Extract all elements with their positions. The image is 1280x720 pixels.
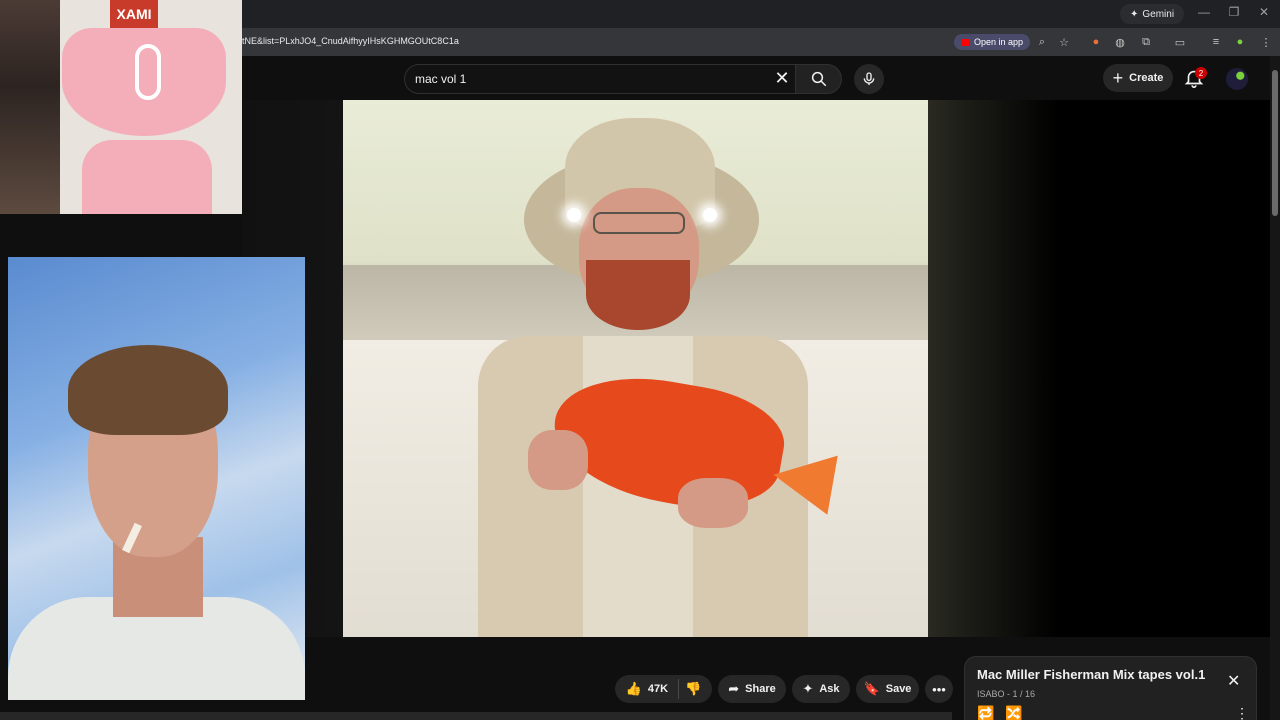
search-button[interactable] bbox=[796, 64, 842, 94]
video-person-beard bbox=[586, 260, 690, 330]
playlist-title[interactable]: Mac Miller Fisherman Mix tapes vol.1 bbox=[977, 667, 1205, 682]
browser-menu-icon[interactable]: ⋮ bbox=[1258, 34, 1274, 50]
minimize-icon[interactable]: — bbox=[1196, 5, 1212, 19]
playlist-subtitle: ISABO - 1 / 16 bbox=[977, 689, 1036, 699]
screen: ✦ Gemini — ❐ ✕ tNE&list=PLxhJO4_CnudAifh… bbox=[0, 0, 1280, 720]
save-button[interactable]: 🔖 Save bbox=[856, 675, 919, 703]
open-in-app-button[interactable]: Open in app bbox=[954, 34, 1031, 50]
webcam-clothes-rack bbox=[0, 0, 60, 214]
gemini-label: Gemini bbox=[1142, 8, 1175, 20]
cast-icon[interactable]: ▭ bbox=[1172, 34, 1188, 50]
webcam-overlay-room: XAMI bbox=[0, 0, 242, 214]
search-query[interactable]: mac vol 1 bbox=[415, 72, 466, 86]
voice-search-button[interactable] bbox=[854, 64, 884, 94]
extension-fox-icon[interactable]: ● bbox=[1088, 34, 1104, 50]
selfie-hair bbox=[68, 345, 228, 435]
save-label: Save bbox=[885, 683, 912, 695]
video-headlamp-left bbox=[567, 208, 581, 222]
ask-label: Ask bbox=[819, 683, 840, 695]
share-label: Share bbox=[745, 683, 776, 695]
gemini-button[interactable]: ✦ Gemini bbox=[1120, 4, 1185, 24]
like-dislike-group: 👍 47K 👎 bbox=[615, 675, 712, 703]
share-arrow-icon: ➦ bbox=[728, 681, 740, 696]
share-button[interactable]: ➦ Share bbox=[718, 675, 786, 703]
description-box-edge bbox=[0, 712, 952, 720]
restore-icon[interactable]: ❐ bbox=[1226, 5, 1242, 19]
webcam-headphones bbox=[135, 44, 161, 100]
close-playlist-icon[interactable]: ✕ bbox=[1227, 671, 1240, 691]
notification-badge: 2 bbox=[1195, 67, 1207, 79]
youtube-logo-icon bbox=[961, 38, 970, 46]
search-icon bbox=[811, 71, 826, 87]
extension-shield-icon[interactable]: ◍ bbox=[1112, 34, 1128, 50]
open-in-app-label: Open in app bbox=[974, 37, 1024, 47]
video-hand-left bbox=[528, 430, 588, 490]
account-avatar[interactable] bbox=[1226, 68, 1248, 90]
microphone-icon bbox=[863, 72, 875, 85]
extensions-puzzle-icon[interactable]: ⧉ bbox=[1138, 34, 1154, 50]
clear-search-icon[interactable]: ✕ bbox=[770, 64, 794, 92]
bookmark-icon: 🔖 bbox=[863, 681, 880, 696]
sparkle-ask-icon: ✦ bbox=[802, 681, 814, 696]
video-fish-tail bbox=[768, 445, 838, 515]
profile-icon[interactable]: ● bbox=[1232, 34, 1248, 50]
ask-button[interactable]: ✦ Ask bbox=[792, 675, 850, 703]
reading-list-icon[interactable]: ≡ bbox=[1208, 34, 1224, 50]
playlist-panel: Mac Miller Fisherman Mix tapes vol.1 ISA… bbox=[964, 656, 1257, 720]
sparkle-icon: ✦ bbox=[1130, 8, 1139, 20]
bookmark-star-icon[interactable]: ☆ bbox=[1056, 34, 1072, 50]
plus-icon: + bbox=[1112, 68, 1124, 88]
zoom-icon[interactable]: ⌕ bbox=[1034, 34, 1050, 50]
video-frame[interactable] bbox=[343, 100, 928, 637]
playlist-menu-icon[interactable]: ⋮ bbox=[1235, 705, 1249, 720]
video-person-glasses bbox=[593, 212, 685, 234]
dislike-button[interactable]: 👎 bbox=[685, 681, 701, 697]
shuffle-icon[interactable]: 🔀 bbox=[1005, 705, 1022, 720]
webcam-overlay-selfie bbox=[8, 257, 305, 700]
create-button[interactable]: + Create bbox=[1103, 64, 1173, 92]
search-input[interactable]: mac vol 1 bbox=[404, 64, 796, 94]
video-hand-right bbox=[678, 478, 748, 528]
video-headlamp-right bbox=[703, 208, 717, 222]
scrollbar-thumb[interactable] bbox=[1272, 70, 1278, 216]
close-window-icon[interactable]: ✕ bbox=[1256, 5, 1272, 19]
create-label: Create bbox=[1129, 72, 1164, 84]
url-text[interactable]: tNE&list=PLxhJO4_CnudAifhyyIHsKGHMGOUtC8… bbox=[242, 36, 459, 46]
webcam-poster: XAMI bbox=[110, 0, 158, 28]
like-button[interactable]: 👍 47K bbox=[625, 679, 680, 699]
ambient-glow bbox=[928, 100, 1058, 637]
more-horizontal-icon: ••• bbox=[932, 681, 946, 697]
webcam-chair-seat bbox=[82, 140, 212, 214]
more-actions-button[interactable]: ••• bbox=[925, 675, 953, 703]
loop-icon[interactable]: 🔁 bbox=[977, 705, 994, 720]
thumbs-up-icon: 👍 bbox=[625, 681, 642, 696]
like-count: 47K bbox=[647, 683, 669, 695]
